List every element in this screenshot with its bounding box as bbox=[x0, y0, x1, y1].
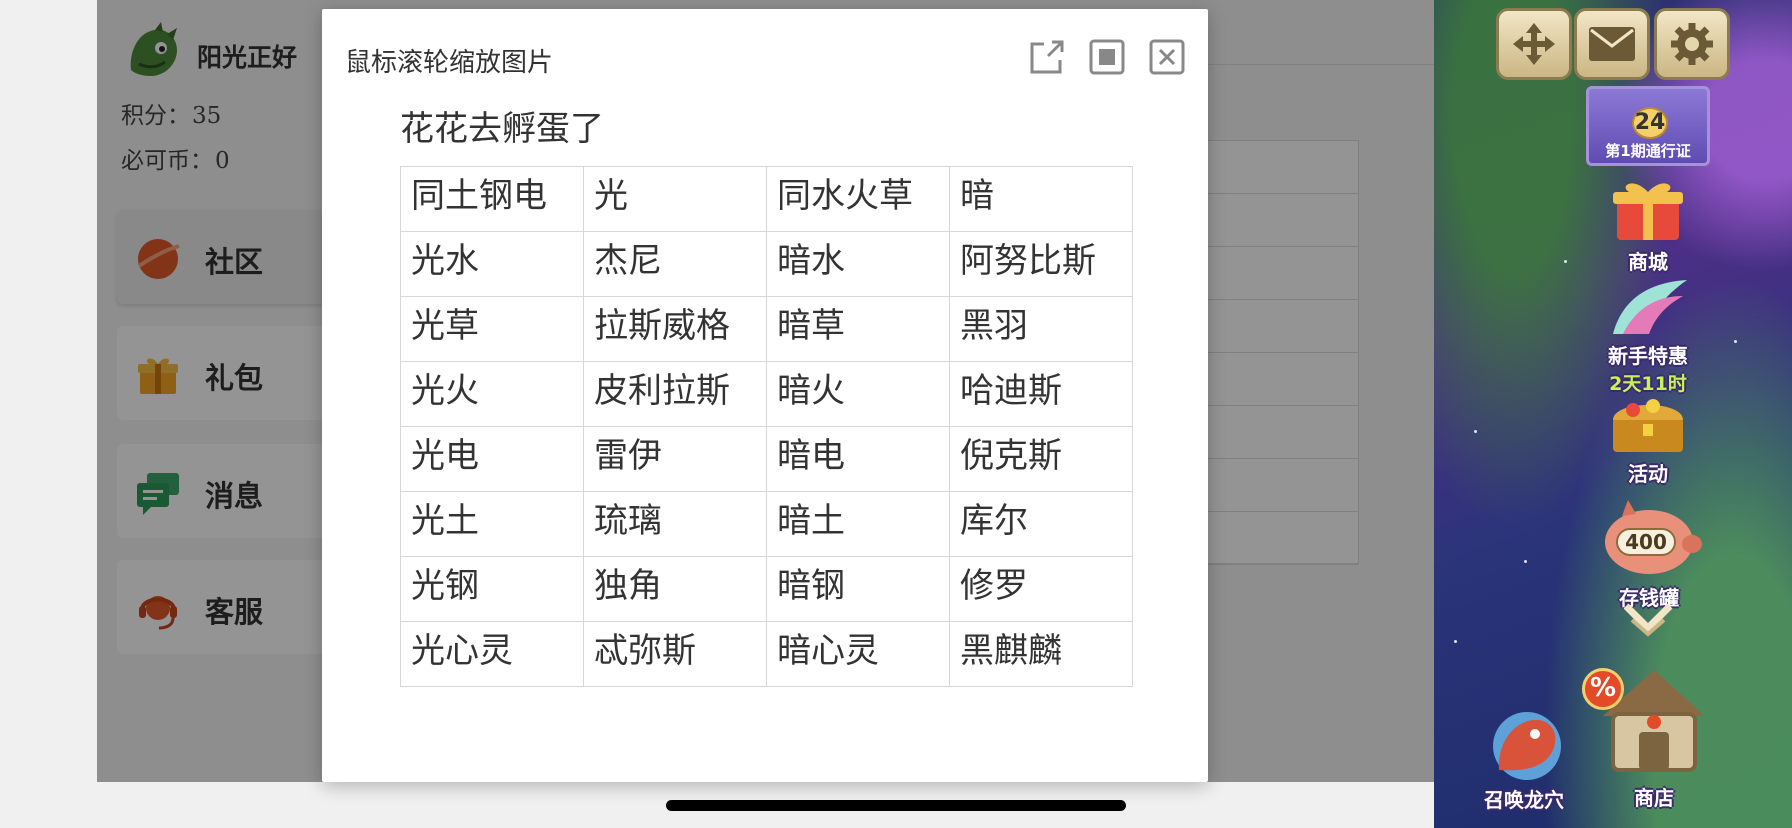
chevron-down-icon bbox=[1623, 603, 1673, 637]
open-external-icon bbox=[1030, 40, 1064, 74]
table-cell: 拉斯威格 bbox=[583, 296, 767, 362]
pass-label: 第1期通行证 bbox=[1605, 142, 1691, 160]
summon-dragon-lair-button[interactable]: 召唤龙穴 bbox=[1454, 700, 1594, 813]
table-cell: 忒弥斯 bbox=[583, 621, 767, 687]
open-external-button[interactable] bbox=[1027, 37, 1067, 77]
battle-pass-button[interactable]: 24 第1期通行证 bbox=[1586, 86, 1710, 166]
table-cell: 独角 bbox=[583, 556, 767, 622]
collapse-button[interactable] bbox=[1622, 600, 1674, 642]
feather-wings-icon bbox=[1613, 280, 1687, 334]
gift-box-icon bbox=[1613, 183, 1683, 240]
table-cell: 阿努比斯 bbox=[949, 231, 1133, 297]
table-cell: 黑麒麟 bbox=[949, 621, 1133, 687]
table-cell: 库尔 bbox=[949, 491, 1133, 557]
settings-button[interactable] bbox=[1654, 8, 1730, 80]
table-cell: 黑羽 bbox=[949, 296, 1133, 362]
mall-label: 商城 bbox=[1628, 250, 1668, 274]
star-decoration bbox=[1474, 430, 1477, 433]
table-row: 光草 拉斯威格 暗草 黑羽 bbox=[400, 296, 1133, 362]
modal-title: 鼠标滚轮缩放图片 bbox=[345, 48, 554, 78]
gear-icon bbox=[1671, 23, 1713, 65]
table-cell: 修罗 bbox=[949, 556, 1133, 622]
table-row: 同土钢电 光 同水火草 暗 bbox=[400, 166, 1133, 232]
treasure-chest-icon bbox=[1613, 399, 1683, 452]
table-cell: 暗 bbox=[949, 166, 1133, 232]
table-row: 光心灵 忒弥斯 暗心灵 黑麒麟 bbox=[400, 621, 1133, 687]
home-indicator[interactable] bbox=[666, 800, 1126, 811]
table-cell: 同水火草 bbox=[766, 166, 950, 232]
newbie-offer-button[interactable]: 新手特惠 2天11时 bbox=[1579, 276, 1717, 396]
table-cell: 皮利拉斯 bbox=[583, 361, 767, 427]
star-decoration bbox=[1564, 260, 1567, 263]
table-row: 光电 雷伊 暗电 倪克斯 bbox=[400, 426, 1133, 492]
zoomable-image[interactable]: 同土钢电 光 同水火草 暗 光水 杰尼 暗水 阿努比斯 光草 拉斯威格 暗草 黑… bbox=[400, 166, 1133, 687]
activity-button[interactable]: 活动 bbox=[1586, 396, 1710, 487]
table-cell: 暗钢 bbox=[766, 556, 950, 622]
table-cell: 光电 bbox=[400, 426, 584, 492]
table-cell: 光火 bbox=[400, 361, 584, 427]
table-cell: 暗电 bbox=[766, 426, 950, 492]
star-decoration bbox=[1454, 640, 1457, 643]
table-cell: 暗草 bbox=[766, 296, 950, 362]
summon-label: 召唤龙穴 bbox=[1484, 788, 1564, 812]
table-row: 光火 皮利拉斯 暗火 哈迪斯 bbox=[400, 361, 1133, 427]
fullscreen-icon bbox=[1089, 39, 1125, 75]
close-icon bbox=[1149, 39, 1185, 75]
table-cell: 杰尼 bbox=[583, 231, 767, 297]
table-cell: 光草 bbox=[400, 296, 584, 362]
image-heading: 花花去孵蛋了 bbox=[400, 109, 604, 149]
fullscreen-button[interactable] bbox=[1087, 37, 1127, 77]
newbie-timer: 2天11时 bbox=[1609, 373, 1687, 395]
star-decoration bbox=[1734, 340, 1737, 343]
table-cell: 暗水 bbox=[766, 231, 950, 297]
mail-button[interactable] bbox=[1574, 8, 1650, 80]
image-viewer-modal: 鼠标滚轮缩放图片 花花去孵蛋了 同土钢电 光 同水火草 暗 光水 杰尼 暗水 阿… bbox=[322, 9, 1208, 782]
close-button[interactable] bbox=[1147, 37, 1187, 77]
move-button[interactable] bbox=[1496, 8, 1572, 80]
table-cell: 暗火 bbox=[766, 361, 950, 427]
table-cell: 琉璃 bbox=[583, 491, 767, 557]
star-decoration bbox=[1524, 560, 1527, 563]
table-cell: 光 bbox=[583, 166, 767, 232]
table-cell: 光水 bbox=[400, 231, 584, 297]
table-row: 光钢 独角 暗钢 修罗 bbox=[400, 556, 1133, 622]
element-pairs-table: 同土钢电 光 同水火草 暗 光水 杰尼 暗水 阿努比斯 光草 拉斯威格 暗草 黑… bbox=[400, 166, 1133, 687]
table-cell: 倪克斯 bbox=[949, 426, 1133, 492]
mall-button[interactable]: 商城 bbox=[1586, 176, 1710, 275]
table-cell: 光心灵 bbox=[400, 621, 584, 687]
piggy-bank-button[interactable]: 400 存钱罐 bbox=[1584, 498, 1714, 611]
table-cell: 暗心灵 bbox=[766, 621, 950, 687]
table-cell: 暗土 bbox=[766, 491, 950, 557]
game-view[interactable]: 24 第1期通行证 商城 新手特惠 2天11时 活动 400 存钱罐 召唤龙穴 … bbox=[1434, 0, 1792, 828]
pass-level: 24 bbox=[1632, 107, 1668, 139]
discount-badge: % bbox=[1582, 668, 1624, 710]
activity-label: 活动 bbox=[1628, 462, 1668, 486]
table-cell: 光土 bbox=[400, 491, 584, 557]
shop-label: 商店 bbox=[1634, 786, 1674, 810]
table-row: 光土 琉璃 暗土 库尔 bbox=[400, 491, 1133, 557]
mail-icon bbox=[1589, 27, 1635, 61]
table-cell: 哈迪斯 bbox=[949, 361, 1133, 427]
table-cell: 同土钢电 bbox=[400, 166, 584, 232]
dragon-icon bbox=[1493, 712, 1561, 780]
table-cell: 雷伊 bbox=[583, 426, 767, 492]
newbie-label: 新手特惠 bbox=[1608, 344, 1688, 368]
table-cell: 光钢 bbox=[400, 556, 584, 622]
move-arrows-icon bbox=[1513, 23, 1555, 65]
piggy-bank-value: 400 bbox=[1616, 528, 1676, 556]
table-row: 光水 杰尼 暗水 阿努比斯 bbox=[400, 231, 1133, 297]
